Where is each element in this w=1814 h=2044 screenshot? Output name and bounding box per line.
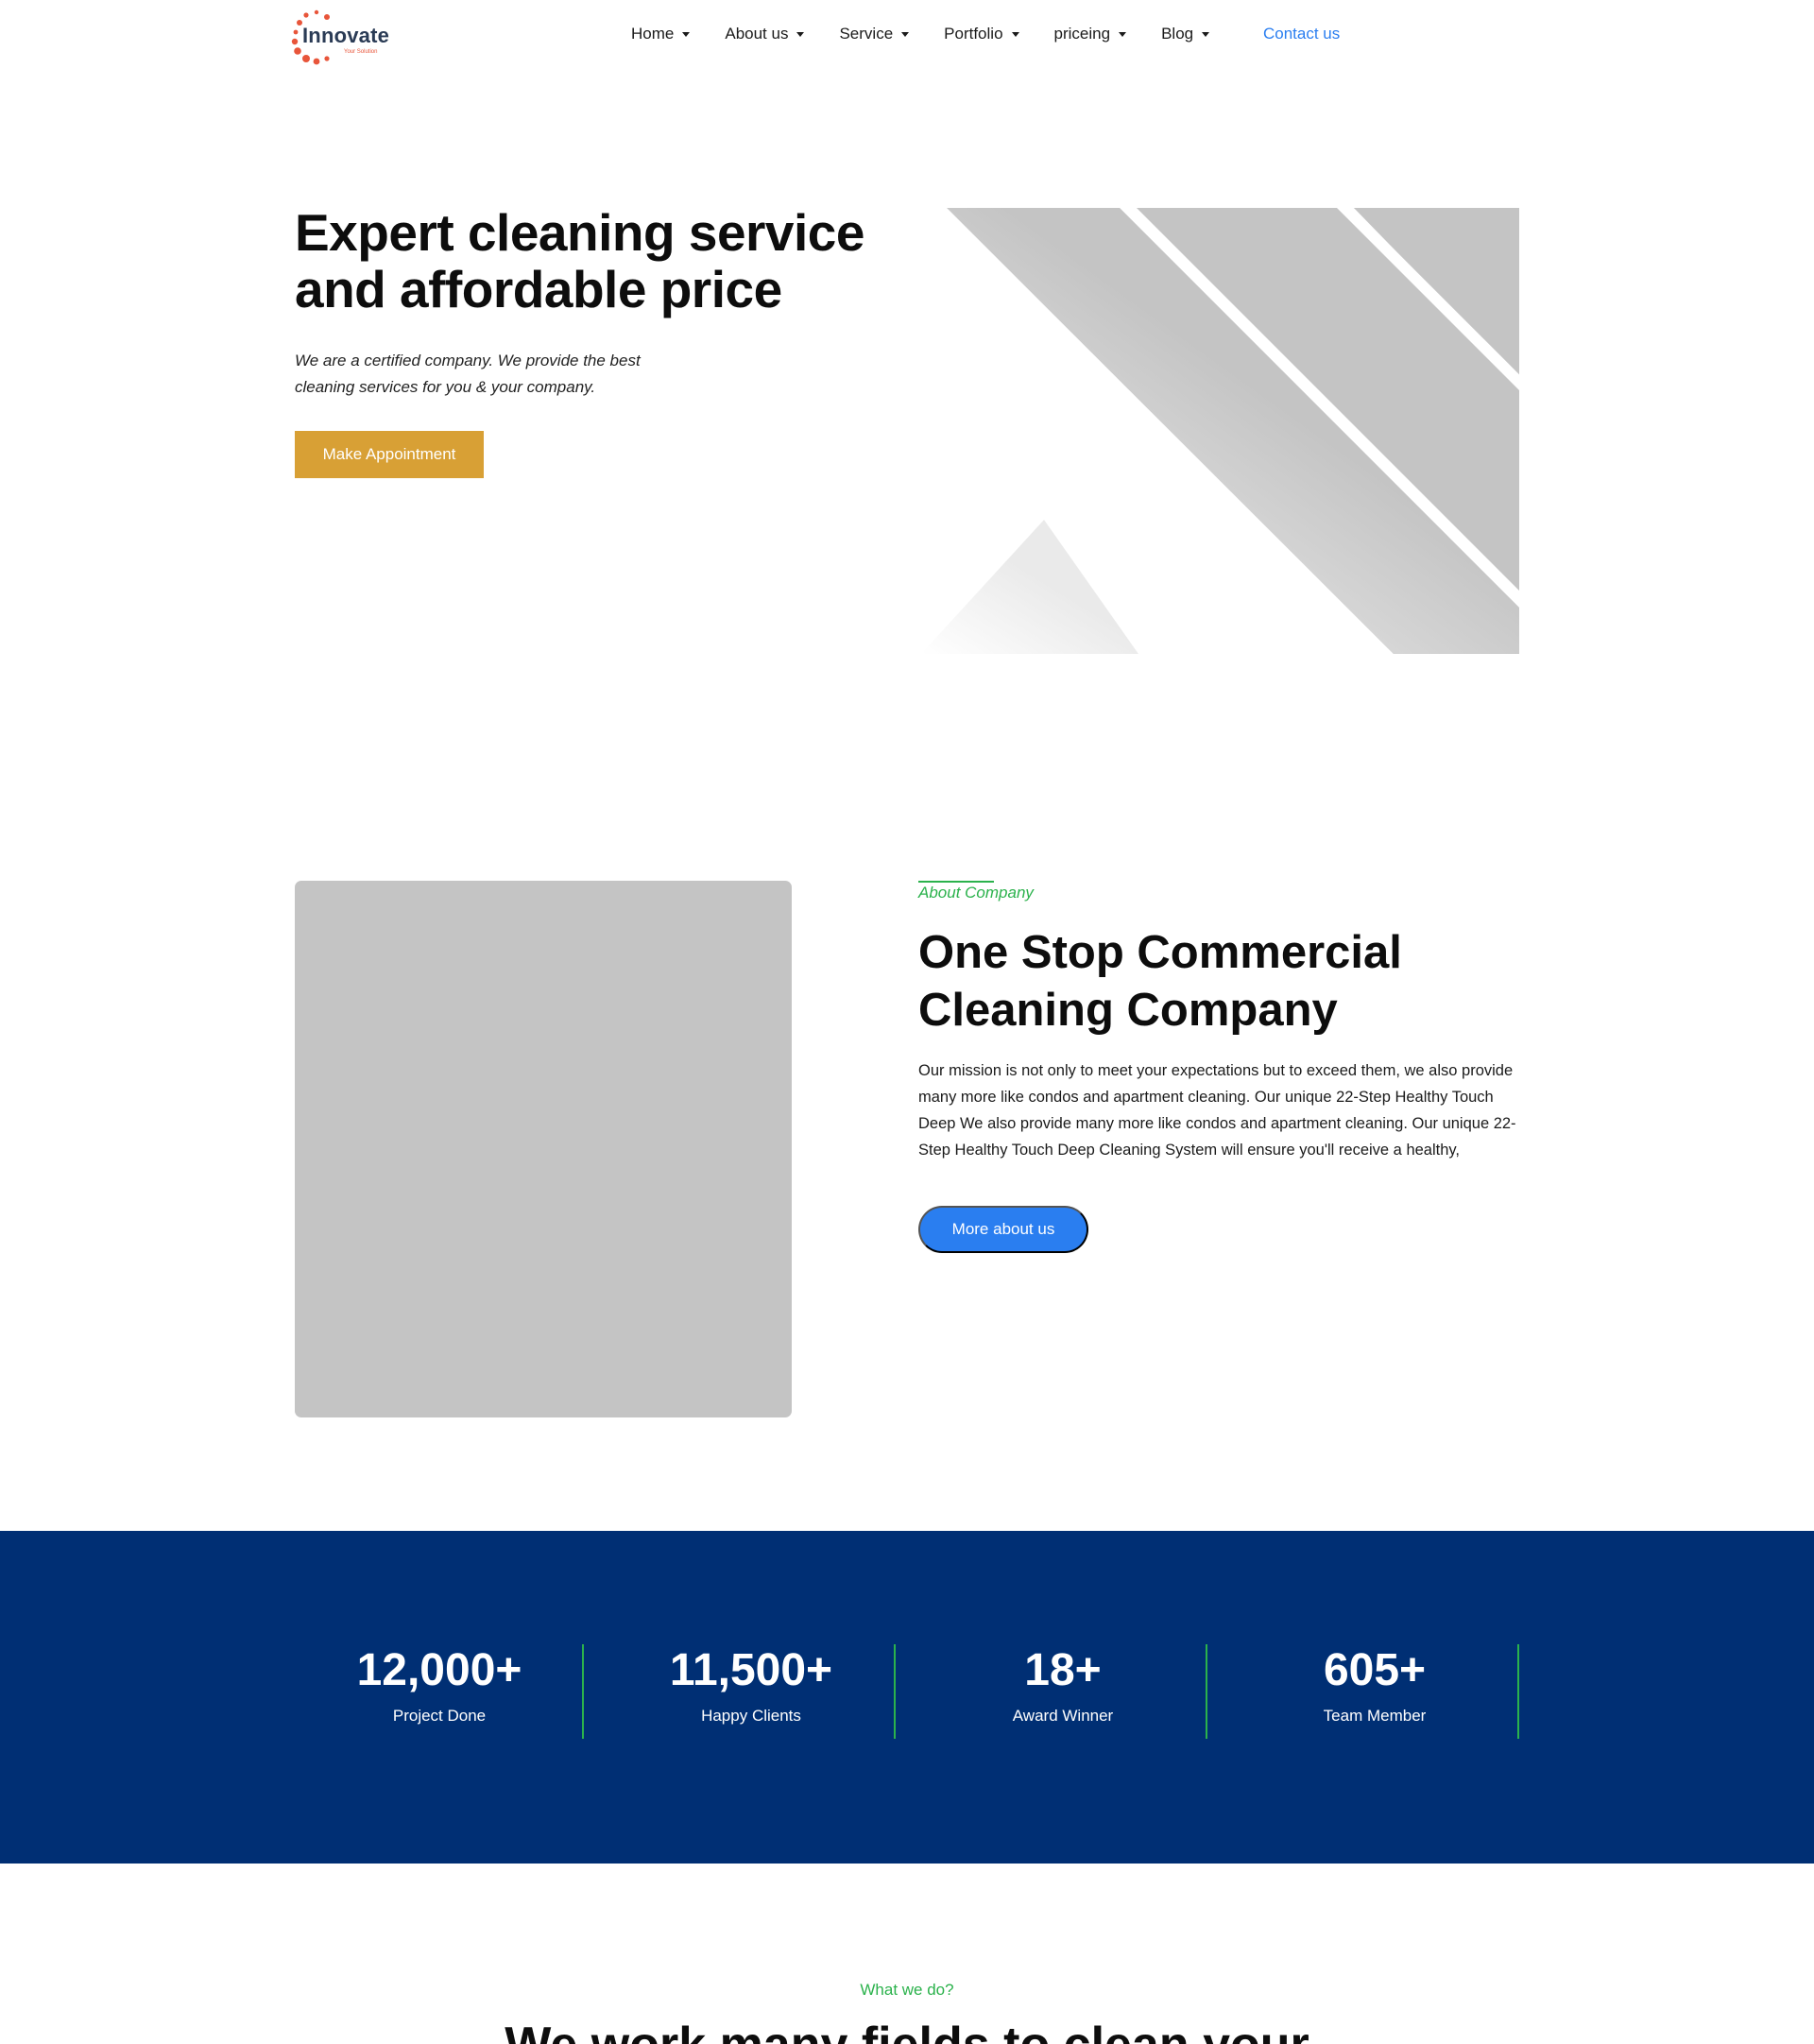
nav-item-blog[interactable]: Blog — [1161, 25, 1210, 43]
section-accent-line — [918, 881, 994, 883]
stat-award-winner: 18+ Award Winner — [907, 1644, 1219, 1739]
about-tag: About Company — [918, 884, 1034, 902]
main-menu: Home About us Service Portfolio priceing… — [631, 25, 1244, 43]
nav-item-label: About us — [725, 25, 789, 43]
hero-diagonal-graphic — [921, 208, 1519, 654]
stat-project-done: 12,000+ Project Done — [283, 1644, 595, 1739]
chevron-down-icon — [682, 32, 691, 37]
more-about-us-button[interactable]: More about us — [918, 1206, 1088, 1253]
stat-value: 18+ — [1024, 1645, 1102, 1695]
hero-title: Expert cleaning service and affordable p… — [295, 203, 864, 318]
chevron-down-icon — [1202, 32, 1210, 37]
nav-item-service[interactable]: Service — [839, 25, 910, 43]
nav-item-pricing[interactable]: priceing — [1054, 25, 1127, 43]
nav-item-label: priceing — [1053, 25, 1111, 43]
nav-item-portfolio[interactable]: Portfolio — [944, 25, 1019, 43]
nav-item-about-us[interactable]: About us — [725, 25, 805, 43]
hero-image-placeholder — [921, 208, 1519, 654]
stat-label: Team Member — [1323, 1707, 1427, 1725]
stats-section: 12,000+ Project Done 11,500+ Happy Clien… — [0, 1531, 1814, 1864]
stat-divider — [894, 1644, 896, 1739]
stat-label: Happy Clients — [701, 1707, 801, 1725]
stat-label: Project Done — [392, 1707, 487, 1725]
hero-subtitle: We are a certified company. We provide t… — [295, 352, 641, 396]
stat-divider — [582, 1644, 584, 1739]
nav-item-label: Home — [631, 25, 675, 43]
chevron-down-icon — [901, 32, 910, 37]
nav-item-label: Portfolio — [944, 25, 1003, 43]
top-navigation: Innovate Your Solution Home About us Ser… — [0, 0, 1814, 72]
about-title: One Stop Commercial Cleaning Company — [918, 927, 1402, 1036]
stat-value: 12,000+ — [356, 1645, 522, 1695]
chevron-down-icon — [796, 32, 805, 37]
chevron-down-icon — [1011, 32, 1019, 37]
services-title: We work many fields to clean your — [0, 2017, 1814, 2044]
brand-tagline: Your Solution — [344, 49, 378, 55]
brand-logo[interactable]: Innovate Your Solution — [285, 6, 399, 68]
brand-name: Innovate — [302, 24, 390, 47]
services-tag: What we do? — [860, 1981, 954, 1999]
stat-value: 605+ — [1323, 1645, 1427, 1695]
stat-value: 11,500+ — [669, 1645, 833, 1695]
nav-item-label: Service — [839, 25, 894, 43]
contact-us-link[interactable]: Contact us — [1263, 25, 1340, 43]
nav-item-label: Blog — [1161, 25, 1194, 43]
about-image-placeholder — [295, 881, 792, 1417]
make-appointment-button[interactable]: Make Appointment — [295, 431, 484, 478]
chevron-down-icon — [1119, 32, 1127, 37]
stat-label: Award Winner — [1012, 1707, 1114, 1725]
nav-item-home[interactable]: Home — [631, 25, 691, 43]
stat-divider — [1206, 1644, 1207, 1739]
stat-happy-clients: 11,500+ Happy Clients — [595, 1644, 907, 1739]
about-description: Our mission is not only to meet your exp… — [918, 1062, 1516, 1159]
stat-divider — [1517, 1644, 1519, 1739]
stat-team-member: 605+ Team Member — [1219, 1644, 1531, 1739]
